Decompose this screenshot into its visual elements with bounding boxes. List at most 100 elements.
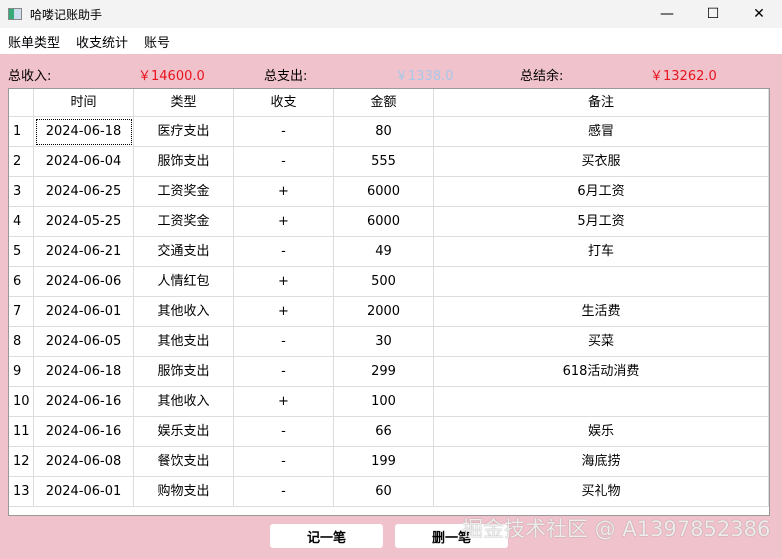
- row-number: 7: [9, 297, 34, 327]
- table-row[interactable]: 13 2024-06-01 购物支出 -60 买礼物: [9, 477, 769, 507]
- direction-cell[interactable]: +: [234, 267, 334, 297]
- type-cell[interactable]: 工资奖金: [134, 207, 234, 237]
- menu-bill-type[interactable]: 账单类型: [0, 32, 68, 51]
- column-header[interactable]: 金额: [334, 89, 434, 117]
- direction-cell[interactable]: -: [234, 447, 334, 477]
- type-cell[interactable]: 其他收入: [134, 387, 234, 417]
- amount-cell[interactable]: 199: [334, 447, 434, 477]
- table-row[interactable]: 3 2024-06-25 工资奖金 +6000 6月工资: [9, 177, 769, 207]
- row-number: 8: [9, 327, 34, 357]
- note-cell[interactable]: [434, 387, 769, 417]
- type-cell[interactable]: 服饰支出: [134, 357, 234, 387]
- note-cell[interactable]: 买礼物: [434, 477, 769, 507]
- date-cell[interactable]: 2024-05-25: [34, 207, 134, 237]
- add-record-button[interactable]: 记一笔: [270, 524, 383, 548]
- amount-cell[interactable]: 30: [334, 327, 434, 357]
- table-row[interactable]: 6 2024-06-06 人情红包 +500: [9, 267, 769, 297]
- table-row[interactable]: 9 2024-06-18 服饰支出 -299 618活动消费: [9, 357, 769, 387]
- note-cell[interactable]: 6月工资: [434, 177, 769, 207]
- column-header[interactable]: 收支: [234, 89, 334, 117]
- expense-value: ￥1338.0: [395, 69, 454, 84]
- type-cell[interactable]: 购物支出: [134, 477, 234, 507]
- table-row[interactable]: 7 2024-06-01 其他收入 +2000 生活费: [9, 297, 769, 327]
- note-cell[interactable]: 娱乐: [434, 417, 769, 447]
- direction-cell[interactable]: +: [234, 387, 334, 417]
- row-number: 2: [9, 147, 34, 177]
- note-cell[interactable]: 5月工资: [434, 207, 769, 237]
- menu-account[interactable]: 账号: [136, 32, 178, 51]
- close-button[interactable]: ✕: [736, 0, 782, 28]
- direction-cell[interactable]: -: [234, 357, 334, 387]
- type-cell[interactable]: 餐饮支出: [134, 447, 234, 477]
- type-cell[interactable]: 医疗支出: [134, 117, 234, 147]
- type-cell[interactable]: 其他收入: [134, 297, 234, 327]
- app-icon: [8, 8, 22, 20]
- table-row[interactable]: 5 2024-06-21 交通支出 -49 打车: [9, 237, 769, 267]
- amount-cell[interactable]: 100: [334, 387, 434, 417]
- column-header[interactable]: 类型: [134, 89, 234, 117]
- type-cell[interactable]: 娱乐支出: [134, 417, 234, 447]
- table-row[interactable]: 4 2024-05-25 工资奖金 +6000 5月工资: [9, 207, 769, 237]
- date-cell[interactable]: 2024-06-18: [34, 357, 134, 387]
- amount-cell[interactable]: 60: [334, 477, 434, 507]
- type-cell[interactable]: 工资奖金: [134, 177, 234, 207]
- bill-table[interactable]: 时间 类型 收支 金额 备注 1 2024-06-18 医疗支出 -80 感冒 2 2024-06-0…: [8, 88, 770, 516]
- direction-cell[interactable]: +: [234, 177, 334, 207]
- table-row[interactable]: 12 2024-06-08 餐饮支出 -199 海底捞: [9, 447, 769, 477]
- direction-cell[interactable]: -: [234, 477, 334, 507]
- table-row[interactable]: 10 2024-06-16 其他收入 +100: [9, 387, 769, 417]
- amount-cell[interactable]: 6000: [334, 177, 434, 207]
- note-cell[interactable]: 生活费: [434, 297, 769, 327]
- amount-cell[interactable]: 500: [334, 267, 434, 297]
- type-cell[interactable]: 人情红包: [134, 267, 234, 297]
- note-cell[interactable]: 买菜: [434, 327, 769, 357]
- amount-cell[interactable]: 2000: [334, 297, 434, 327]
- note-cell[interactable]: 打车: [434, 237, 769, 267]
- date-cell[interactable]: 2024-06-08: [34, 447, 134, 477]
- column-header[interactable]: 备注: [434, 89, 769, 117]
- date-cell[interactable]: 2024-06-25: [34, 177, 134, 207]
- note-cell[interactable]: 买衣服: [434, 147, 769, 177]
- direction-cell[interactable]: +: [234, 297, 334, 327]
- date-cell[interactable]: 2024-06-04: [34, 147, 134, 177]
- direction-cell[interactable]: -: [234, 147, 334, 177]
- direction-cell[interactable]: -: [234, 117, 334, 147]
- type-cell[interactable]: 交通支出: [134, 237, 234, 267]
- amount-cell[interactable]: 80: [334, 117, 434, 147]
- amount-cell[interactable]: 6000: [334, 207, 434, 237]
- column-header[interactable]: 时间: [34, 89, 134, 117]
- date-cell[interactable]: 2024-06-21: [34, 237, 134, 267]
- table-row[interactable]: 1 2024-06-18 医疗支出 -80 感冒: [9, 117, 769, 147]
- balance-value: ￥13262.0: [650, 69, 717, 84]
- row-number: 1: [9, 117, 34, 147]
- maximize-button[interactable]: ☐: [690, 0, 736, 28]
- table-header[interactable]: 时间 类型 收支 金额 备注: [9, 89, 769, 119]
- table-row[interactable]: 11 2024-06-16 娱乐支出 -66 娱乐: [9, 417, 769, 447]
- date-cell[interactable]: 2024-06-01: [34, 297, 134, 327]
- table-row[interactable]: 8 2024-06-05 其他支出 -30 买菜: [9, 327, 769, 357]
- date-cell[interactable]: 2024-06-05: [34, 327, 134, 357]
- date-cell[interactable]: 2024-06-18: [34, 117, 134, 147]
- direction-cell[interactable]: -: [234, 327, 334, 357]
- menu-statistics[interactable]: 收支统计: [68, 32, 136, 51]
- direction-cell[interactable]: +: [234, 207, 334, 237]
- note-cell[interactable]: [434, 267, 769, 297]
- date-cell[interactable]: 2024-06-06: [34, 267, 134, 297]
- date-cell[interactable]: 2024-06-01: [34, 477, 134, 507]
- direction-cell[interactable]: -: [234, 237, 334, 267]
- note-cell[interactable]: 海底捞: [434, 447, 769, 477]
- note-cell[interactable]: 618活动消费: [434, 357, 769, 387]
- date-cell[interactable]: 2024-06-16: [34, 387, 134, 417]
- type-cell[interactable]: 其他支出: [134, 327, 234, 357]
- amount-cell[interactable]: 49: [334, 237, 434, 267]
- amount-cell[interactable]: 299: [334, 357, 434, 387]
- note-cell[interactable]: 感冒: [434, 117, 769, 147]
- table-row[interactable]: 2 2024-06-04 服饰支出 -555 买衣服: [9, 147, 769, 177]
- minimize-button[interactable]: —: [644, 0, 690, 28]
- amount-cell[interactable]: 555: [334, 147, 434, 177]
- date-cell[interactable]: 2024-06-16: [34, 417, 134, 447]
- amount-cell[interactable]: 66: [334, 417, 434, 447]
- type-cell[interactable]: 服饰支出: [134, 147, 234, 177]
- direction-cell[interactable]: -: [234, 417, 334, 447]
- row-number: 3: [9, 177, 34, 207]
